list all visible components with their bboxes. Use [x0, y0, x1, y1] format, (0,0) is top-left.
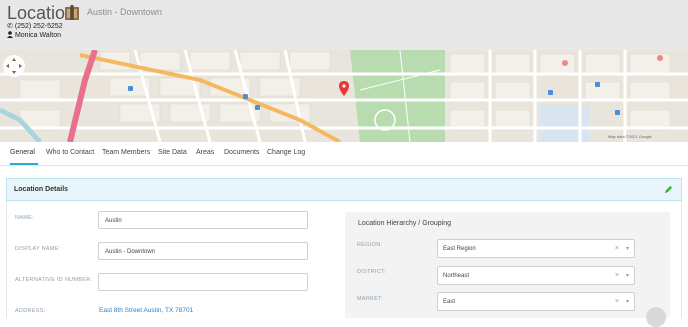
tab-bar: General Who to Contact Team Members Site… [0, 142, 688, 166]
pencil-icon[interactable] [664, 185, 673, 194]
clear-icon[interactable]: × [615, 245, 619, 252]
name-field[interactable]: Austin [98, 211, 308, 229]
grouping-title: Location Hierarchy / Grouping [358, 220, 451, 227]
page-header: Location Austin - Downtown ✆ (252) 252-5… [0, 0, 688, 50]
building-icon [65, 5, 79, 20]
location-grouping-panel: Location Hierarchy / Grouping REGION: Ea… [345, 212, 670, 318]
tab-team-members[interactable]: Team Members [102, 149, 150, 156]
market-label: MARKET: [357, 296, 383, 302]
address-label: ADDRESS: [15, 308, 46, 314]
tab-documents[interactable]: Documents [224, 149, 259, 156]
name-label: NAME: [15, 215, 34, 221]
phone-icon: ✆ [7, 23, 13, 30]
region-label: REGION: [357, 242, 383, 248]
market-value: East [443, 299, 456, 305]
map-pan-control[interactable] [3, 55, 25, 77]
alt-id-field[interactable] [98, 273, 308, 291]
market-select[interactable]: East × ▾ [437, 292, 635, 311]
tab-site-data[interactable]: Site Data [158, 149, 187, 156]
region-select[interactable]: East Region × ▾ [437, 239, 635, 258]
address-link[interactable]: East 8th Street Austin, TX 78701 [99, 307, 193, 314]
display-name-label: DISPLAY NAME: [15, 246, 61, 252]
phone-number[interactable]: (252) 252-5252 [15, 23, 63, 30]
clear-icon[interactable]: × [615, 298, 619, 305]
floating-action-button[interactable] [646, 307, 666, 327]
location-map[interactable]: Map data ©2021 Google [0, 50, 688, 142]
clear-icon[interactable]: × [615, 272, 619, 279]
person-icon [7, 31, 13, 38]
region-value: East Region [443, 246, 476, 252]
district-label: DISTRICT: [357, 269, 386, 275]
chevron-down-icon[interactable]: ▾ [626, 272, 629, 279]
district-select[interactable]: Northeast × ▾ [437, 266, 635, 285]
alt-id-label: ALTERNATIVE ID NUMBER: [15, 277, 93, 283]
tab-areas[interactable]: Areas [196, 149, 214, 156]
panel-title: Location Details [14, 186, 69, 193]
display-name-field[interactable]: Austin - Downtown [98, 242, 308, 260]
contact-name[interactable]: Monica Walton [15, 32, 61, 39]
contact-line: Monica Walton [7, 31, 61, 39]
location-details-header: Location Details [6, 178, 682, 201]
svg-text:Map data ©2021 Google: Map data ©2021 Google [608, 134, 652, 139]
chevron-down-icon[interactable]: ▾ [626, 298, 629, 305]
active-tab-indicator [10, 163, 38, 165]
district-value: Northeast [443, 273, 470, 279]
tab-general[interactable]: General [10, 149, 35, 156]
chevron-down-icon[interactable]: ▾ [626, 245, 629, 252]
location-subtitle: Austin - Downtown [87, 7, 163, 17]
phone-line: ✆ (252) 252-5252 [7, 22, 63, 30]
tab-who-to-contact[interactable]: Who to Contact [46, 149, 94, 156]
map-canvas[interactable]: Map data ©2021 Google [0, 50, 688, 142]
tab-change-log[interactable]: Change Log [267, 149, 305, 156]
